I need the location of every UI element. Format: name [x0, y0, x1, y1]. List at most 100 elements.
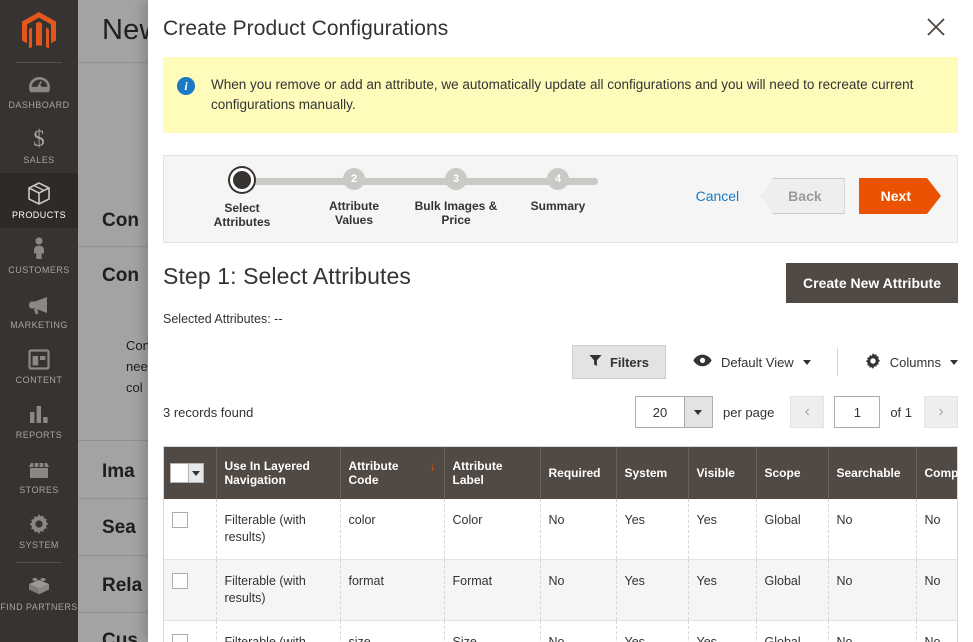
per-page-value: 20 [636, 397, 684, 427]
step-label: Attribute Values [329, 199, 379, 227]
column-header-attribute-code[interactable]: ↓ Attribute Code [340, 447, 444, 499]
per-page-selector[interactable]: 20 [635, 396, 713, 428]
sidebar-item-customers[interactable]: CUSTOMERS [0, 228, 78, 283]
row-checkbox[interactable] [172, 634, 188, 642]
previous-page-button[interactable]: ‹ [790, 396, 824, 428]
cell-searchable: No [828, 499, 916, 560]
column-header-system[interactable]: System [616, 447, 688, 499]
records-found-label: 3 records found [163, 405, 253, 420]
cell-attribute-code: size [340, 621, 444, 642]
row-select-cell[interactable] [164, 499, 216, 560]
sidebar-item-sales[interactable]: $ SALES [0, 118, 78, 173]
sidebar-item-marketing[interactable]: MARKETING [0, 283, 78, 338]
close-icon[interactable] [921, 12, 951, 42]
person-icon [31, 237, 47, 260]
chevron-down-icon[interactable] [684, 397, 712, 427]
step-indicator: 3 [445, 168, 467, 190]
column-header-required[interactable]: Required [540, 447, 616, 499]
sidebar-item-label: SALES [23, 155, 54, 165]
wizard-step-summary[interactable]: 4 Summary [504, 168, 612, 213]
create-product-configurations-modal: Create Product Configurations i When you… [148, 0, 973, 642]
cell-visible: Yes [688, 560, 756, 621]
modal-header: Create Product Configurations [148, 0, 973, 57]
storefront-icon [27, 457, 51, 480]
column-header-layered-navigation[interactable]: Use In Layered Navigation [216, 447, 340, 499]
wizard-step-select-attributes[interactable]: Select Attributes [188, 168, 296, 229]
next-page-button[interactable]: › [924, 396, 958, 428]
sidebar-item-content[interactable]: CONTENT [0, 338, 78, 393]
cell-attribute-label: Color [444, 499, 540, 560]
step-label: Bulk Images & Price [415, 199, 498, 227]
row-select-cell[interactable] [164, 621, 216, 642]
per-page-label: per page [723, 405, 774, 420]
info-icon: i [177, 77, 195, 95]
selected-attributes-text: Selected Attributes: -- [163, 312, 958, 326]
pager-row: 3 records found 20 per page ‹ of 1 › [163, 396, 958, 428]
cell-required: No [540, 621, 616, 642]
sidebar-item-stores[interactable]: STORES [0, 448, 78, 503]
divider [16, 562, 62, 563]
total-pages-label: of 1 [890, 405, 912, 420]
select-all-header[interactable] [164, 447, 216, 499]
columns-selector[interactable]: Columns [865, 353, 958, 372]
table-row[interactable]: Filterable (with results) size Size No Y… [164, 621, 957, 642]
sidebar-item-dashboard[interactable]: DASHBOARD [0, 63, 78, 118]
sort-desc-arrow: ↓ [430, 459, 436, 473]
column-header-searchable[interactable]: Searchable [828, 447, 916, 499]
table-row[interactable]: Filterable (with results) color Color No… [164, 499, 957, 560]
back-button[interactable]: Back [761, 178, 844, 214]
sidebar-item-label: CONTENT [16, 375, 63, 385]
step-title: Step 1: Select Attributes [163, 263, 411, 290]
column-header-visible[interactable]: Visible [688, 447, 756, 499]
chevron-down-icon[interactable] [188, 464, 203, 482]
table-row[interactable]: Filterable (with results) format Format … [164, 560, 957, 621]
cell-visible: Yes [688, 621, 756, 642]
step-indicator: 2 [343, 168, 365, 190]
wizard-step-bulk-images-price[interactable]: 3 Bulk Images & Price [402, 168, 510, 227]
sidebar-item-find-partners[interactable]: FIND PARTNERS [0, 565, 78, 620]
admin-sidebar: DASHBOARD $ SALES PRODUCTS CUSTOMERS MAR… [0, 0, 78, 642]
sidebar-item-label: MARKETING [10, 320, 68, 330]
create-new-attribute-button[interactable]: Create New Attribute [786, 263, 958, 303]
sidebar-item-system[interactable]: SYSTEM [0, 503, 78, 558]
cell-required: No [540, 560, 616, 621]
cell-required: No [540, 499, 616, 560]
column-header-attribute-label[interactable]: Attribute Label [444, 447, 540, 499]
sidebar-item-reports[interactable]: REPORTS [0, 393, 78, 448]
sidebar-item-label: PRODUCTS [12, 210, 66, 220]
cell-attribute-label: Size [444, 621, 540, 642]
pagination-controls: 20 per page ‹ of 1 › [635, 396, 958, 428]
row-checkbox[interactable] [172, 573, 188, 589]
cell-layered-navigation: Filterable (with results) [216, 499, 340, 560]
next-button[interactable]: Next [859, 178, 941, 214]
cell-system: Yes [616, 621, 688, 642]
filters-button[interactable]: Filters [572, 345, 666, 379]
cell-scope: Global [756, 560, 828, 621]
funnel-icon [589, 354, 602, 370]
cell-layered-navigation: Filterable (with results) [216, 560, 340, 621]
sidebar-item-label: SYSTEM [19, 540, 59, 550]
divider [837, 348, 838, 376]
wizard-step-attribute-values[interactable]: 2 Attribute Values [300, 168, 408, 227]
magento-logo[interactable] [0, 0, 78, 62]
row-checkbox[interactable] [172, 512, 188, 528]
notice-banner: i When you remove or add an attribute, w… [163, 57, 958, 133]
cell-attribute-code: format [340, 560, 444, 621]
filters-label: Filters [610, 355, 649, 370]
sidebar-item-label: FIND PARTNERS [0, 602, 78, 612]
gear-icon [865, 353, 881, 372]
columns-label: Columns [890, 355, 941, 370]
bar-chart-icon [28, 402, 50, 425]
column-header-comparable[interactable]: Comparable [916, 447, 957, 499]
page-number-input[interactable] [834, 396, 880, 428]
eye-icon [693, 354, 712, 370]
row-select-cell[interactable] [164, 560, 216, 621]
default-view-selector[interactable]: Default View [693, 354, 811, 370]
select-all-checkbox[interactable] [171, 464, 188, 482]
cancel-button[interactable]: Cancel [696, 188, 740, 204]
sidebar-item-products[interactable]: PRODUCTS [0, 173, 78, 228]
dashboard-icon [28, 72, 51, 95]
column-header-scope[interactable]: Scope [756, 447, 828, 499]
table-header-row: Use In Layered Navigation ↓ Attribute Co… [164, 447, 957, 499]
sidebar-item-label: CUSTOMERS [8, 265, 69, 275]
